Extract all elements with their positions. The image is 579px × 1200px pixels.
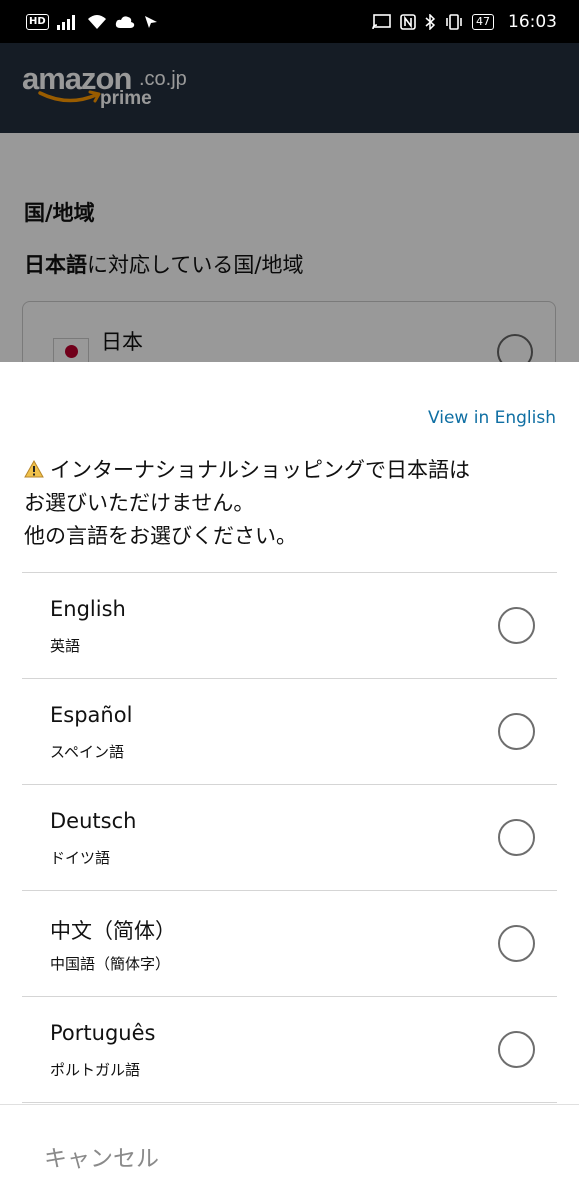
- language-native-name: 英語: [50, 637, 81, 655]
- language-native-name: ドイツ語: [50, 849, 111, 867]
- language-option-chinese-simplified[interactable]: 中文（简体） 中国語（簡体字）: [22, 891, 557, 997]
- language-radio[interactable]: [498, 1031, 535, 1068]
- language-name: Español: [50, 703, 133, 727]
- language-option-portuguese[interactable]: Português ポルトガル語: [22, 997, 557, 1103]
- navigation-icon: [143, 14, 159, 30]
- language-native-name: 中国語（簡体字）: [50, 955, 171, 973]
- language-bottom-sheet: View in English インターナショナルショッピングで日本語は お選び…: [0, 362, 579, 1200]
- language-list: English 英語 Español スペイン語 Deutsch ドイツ語 中文…: [22, 572, 557, 1103]
- language-name: 中文（简体）: [50, 919, 176, 943]
- bluetooth-icon: [424, 13, 436, 30]
- language-name: Português: [50, 1021, 156, 1045]
- language-radio[interactable]: [498, 819, 535, 856]
- language-radio[interactable]: [498, 607, 535, 644]
- language-native-name: スペイン語: [50, 743, 124, 761]
- wifi-icon: [87, 14, 107, 30]
- battery-icon: 47: [472, 13, 494, 30]
- status-bar: HD 47 16:03: [0, 0, 579, 43]
- language-notice: インターナショナルショッピングで日本語は お選びいただけません。 他の言語をお選…: [24, 454, 564, 553]
- view-in-english-link[interactable]: View in English: [428, 408, 556, 428]
- signal-icon: [56, 14, 79, 30]
- language-native-name: ポルトガル語: [50, 1061, 141, 1079]
- status-left: HD: [26, 13, 159, 30]
- modal-overlay[interactable]: [0, 43, 579, 362]
- status-clock: 16:03: [508, 11, 557, 32]
- sheet-footer: キャンセル: [0, 1104, 579, 1200]
- warning-icon: [24, 460, 44, 478]
- hd-badge: HD: [26, 13, 49, 30]
- nfc-icon: [400, 13, 416, 30]
- status-right: 47 16:03: [372, 12, 557, 32]
- notice-line-1: インターナショナルショッピングで日本語は: [50, 458, 470, 482]
- cloud-icon: [115, 15, 135, 29]
- notice-line-2: お選びいただけません。: [24, 491, 255, 515]
- notice-line-3: 他の言語をお選びください。: [24, 524, 297, 548]
- vibrate-icon: [444, 13, 464, 30]
- language-option-english[interactable]: English 英語: [22, 573, 557, 679]
- language-name: Deutsch: [50, 809, 137, 833]
- cast-icon: [372, 13, 392, 30]
- language-name: English: [50, 597, 126, 621]
- language-radio[interactable]: [498, 925, 535, 962]
- language-option-german[interactable]: Deutsch ドイツ語: [22, 785, 557, 891]
- language-radio[interactable]: [498, 713, 535, 750]
- language-option-spanish[interactable]: Español スペイン語: [22, 679, 557, 785]
- cancel-button[interactable]: キャンセル: [44, 1139, 159, 1173]
